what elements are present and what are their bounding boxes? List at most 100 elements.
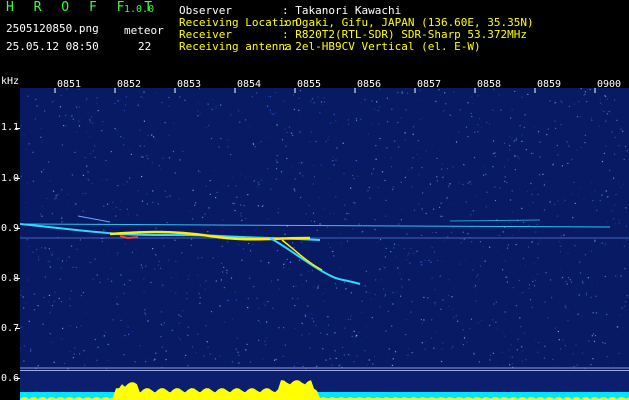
noise-speck bbox=[147, 320, 149, 322]
noise-speck bbox=[136, 214, 138, 216]
y-tick-label: 0.9 bbox=[1, 223, 20, 234]
noise-speck bbox=[573, 181, 575, 183]
noise-speck bbox=[606, 356, 608, 358]
noise-speck bbox=[518, 279, 520, 281]
noise-speck bbox=[590, 296, 592, 299]
noise-speck bbox=[467, 233, 469, 235]
noise-speck bbox=[226, 272, 228, 274]
noise-speck bbox=[446, 168, 449, 170]
noise-speck bbox=[294, 178, 296, 180]
noise-speck bbox=[532, 201, 534, 204]
noise-speck bbox=[112, 319, 114, 321]
noise-speck bbox=[259, 321, 261, 323]
noise-speck bbox=[263, 302, 265, 304]
noise-speck bbox=[48, 161, 50, 163]
noise-speck bbox=[568, 277, 570, 279]
noise-speck bbox=[208, 124, 210, 126]
noise-speck bbox=[162, 324, 164, 326]
noise-speck bbox=[267, 301, 269, 303]
noise-speck bbox=[562, 339, 564, 341]
noise-speck bbox=[554, 203, 556, 206]
noise-speck bbox=[215, 196, 217, 199]
noise-speck bbox=[567, 252, 569, 255]
noise-speck bbox=[405, 334, 407, 336]
noise-speck bbox=[502, 269, 504, 271]
noise-speck bbox=[209, 193, 211, 195]
noise-speck bbox=[309, 141, 311, 143]
noise-speck bbox=[43, 296, 45, 298]
noise-speck bbox=[519, 125, 521, 127]
noise-speck bbox=[533, 126, 535, 128]
noise-speck bbox=[401, 208, 403, 210]
noise-speck bbox=[420, 261, 422, 263]
noise-speck bbox=[272, 307, 274, 309]
noise-speck bbox=[517, 156, 519, 158]
noise-speck bbox=[503, 364, 505, 366]
noise-speck bbox=[365, 326, 367, 328]
noise-speck bbox=[600, 108, 602, 110]
noise-speck bbox=[522, 221, 525, 224]
noise-speck bbox=[560, 235, 562, 237]
noise-speck bbox=[502, 231, 504, 233]
noise-speck bbox=[72, 266, 74, 268]
noise-speck bbox=[152, 201, 154, 203]
noise-speck bbox=[89, 119, 91, 121]
y-tick-label: 0.8 bbox=[1, 273, 20, 284]
spectrogram-plot[interactable] bbox=[20, 88, 629, 370]
amplitude-canvas bbox=[20, 380, 629, 400]
noise-speck bbox=[506, 247, 509, 249]
noise-speck bbox=[238, 362, 240, 364]
noise-speck bbox=[247, 194, 249, 196]
noise-speck bbox=[240, 173, 242, 175]
noise-speck bbox=[446, 197, 448, 199]
noise-speck bbox=[275, 178, 277, 180]
noise-speck bbox=[309, 347, 311, 349]
noise-speck bbox=[614, 223, 616, 225]
noise-speck bbox=[26, 280, 28, 282]
noise-speck bbox=[413, 252, 415, 254]
noise-speck bbox=[556, 215, 559, 217]
noise-speck bbox=[178, 322, 180, 324]
noise-speck bbox=[407, 169, 409, 171]
noise-speck bbox=[257, 185, 259, 188]
noise-speck bbox=[174, 172, 176, 174]
noise-speck bbox=[371, 100, 373, 102]
noise-speck bbox=[537, 257, 539, 259]
noise-speck bbox=[73, 353, 75, 355]
noise-speck bbox=[197, 333, 199, 335]
noise-speck bbox=[419, 119, 422, 121]
noise-speck bbox=[119, 209, 121, 211]
noise-speck bbox=[220, 137, 222, 140]
noise-speck bbox=[153, 359, 155, 361]
noise-speck bbox=[534, 188, 536, 190]
noise-speck bbox=[375, 279, 377, 281]
noise-speck bbox=[332, 156, 334, 158]
noise-speck bbox=[420, 157, 422, 159]
noise-speck bbox=[498, 234, 500, 237]
noise-speck bbox=[36, 248, 38, 251]
noise-speck bbox=[201, 216, 204, 218]
noise-speck bbox=[32, 180, 34, 182]
noise-speck bbox=[464, 335, 466, 337]
noise-speck bbox=[398, 223, 400, 225]
noise-speck bbox=[479, 265, 481, 267]
noise-speck bbox=[320, 101, 323, 103]
noise-speck bbox=[46, 197, 48, 200]
noise-speck bbox=[442, 299, 444, 301]
noise-speck bbox=[296, 362, 298, 364]
noise-speck bbox=[313, 102, 315, 104]
noise-speck bbox=[536, 223, 538, 225]
noise-speck bbox=[585, 292, 587, 294]
noise-speck bbox=[164, 190, 166, 192]
noise-speck bbox=[601, 242, 603, 244]
noise-speck bbox=[584, 134, 586, 136]
noise-speck bbox=[572, 193, 574, 195]
noise-speck bbox=[436, 157, 438, 159]
noise-speck bbox=[602, 341, 604, 344]
noise-speck bbox=[394, 140, 396, 142]
noise-speck bbox=[147, 135, 149, 137]
noise-speck bbox=[117, 185, 119, 187]
noise-speck bbox=[187, 364, 189, 367]
noise-speck bbox=[89, 136, 91, 138]
noise-speck bbox=[327, 324, 330, 326]
